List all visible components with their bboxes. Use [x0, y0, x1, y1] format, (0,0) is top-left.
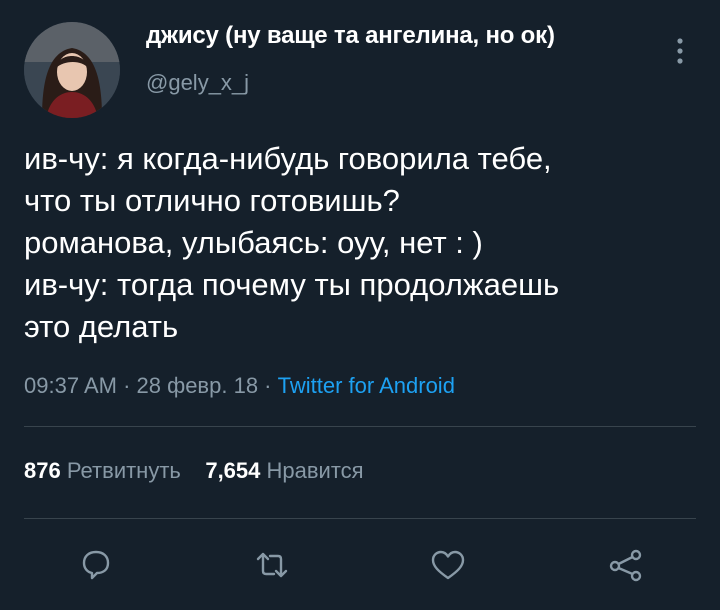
- tweet-card: джису (ну ваще та ангелина, но ок) @gely…: [0, 0, 720, 610]
- tweet-line: ив-чу: тогда почему ты продолжаешь: [24, 267, 560, 302]
- tweet-meta: 09:37 AM · 28 февр. 18 · Twitter for And…: [24, 373, 455, 399]
- tweet-line: романова, улыбаясь: оуу, нет : ): [24, 225, 483, 260]
- tweet-line: ив-чу: я когда-нибудь говорила тебе,: [24, 141, 552, 176]
- tweet-line: это делать: [24, 309, 179, 344]
- tweet-text: ив-чу: я когда-нибудь говорила тебе, что…: [24, 138, 704, 348]
- reply-button[interactable]: [76, 545, 116, 585]
- tweet-time: 09:37 AM: [24, 373, 117, 398]
- retweet-icon: [256, 552, 288, 578]
- heart-icon: [431, 550, 465, 580]
- tweet-line: что ты отлично готовишь?: [24, 183, 400, 218]
- like-button[interactable]: [428, 545, 468, 585]
- user-handle[interactable]: @gely_x_j: [146, 70, 249, 96]
- display-name[interactable]: джису (ну ваще та ангелина, но ок): [146, 22, 555, 50]
- likes-label[interactable]: Нравится: [267, 458, 364, 483]
- likes-count[interactable]: 7,654: [205, 458, 260, 483]
- avatar[interactable]: [24, 22, 120, 118]
- reply-icon: [82, 550, 110, 580]
- retweet-button[interactable]: [252, 545, 292, 585]
- meta-separator: ·: [258, 373, 278, 398]
- more-options-icon[interactable]: [670, 36, 690, 66]
- meta-separator: ·: [116, 373, 137, 398]
- tweet-source-link[interactable]: Twitter for Android: [278, 373, 455, 398]
- retweets-label[interactable]: Ретвитнуть: [67, 458, 181, 483]
- retweets-count[interactable]: 876: [24, 458, 61, 483]
- tweet-date: 28 февр. 18: [136, 373, 259, 398]
- share-button[interactable]: [606, 545, 646, 585]
- share-icon: [609, 549, 642, 582]
- divider: [24, 518, 696, 519]
- tweet-stats: 876 Ретвитнуть 7,654 Нравится: [24, 458, 364, 484]
- divider: [24, 426, 696, 427]
- avatar-photo: [24, 22, 120, 118]
